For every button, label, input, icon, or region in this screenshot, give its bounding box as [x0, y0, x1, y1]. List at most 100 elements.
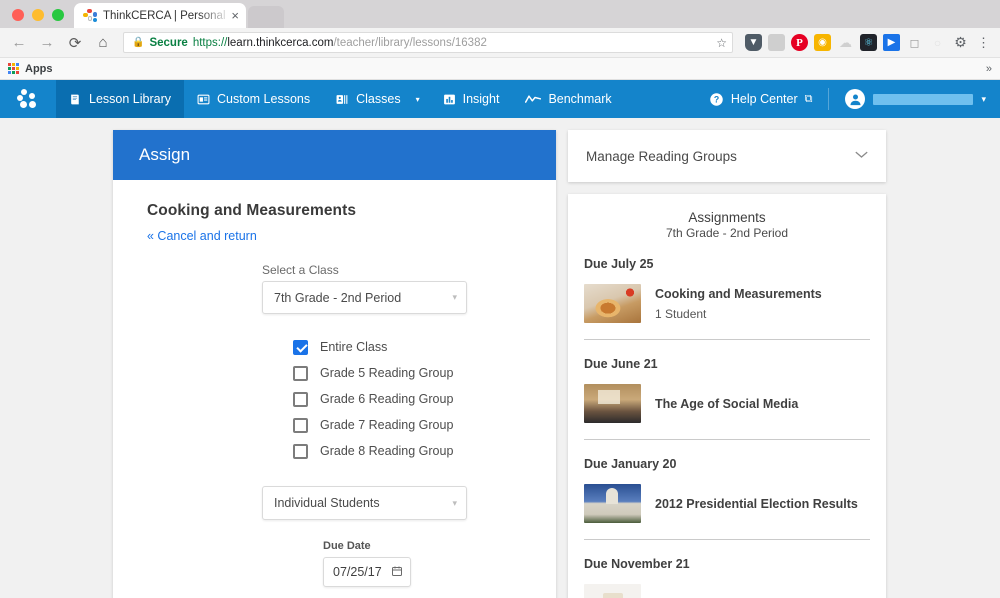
- nav-item-lesson-library[interactable]: Lesson Library: [56, 80, 184, 118]
- account-menu[interactable]: ▾: [829, 80, 1000, 118]
- apps-grid-icon: [8, 63, 19, 74]
- manage-reading-groups-accordion[interactable]: Manage Reading Groups: [568, 130, 886, 182]
- divider: [584, 339, 870, 340]
- checkbox-row-grade-6[interactable]: Grade 6 Reading Group: [293, 386, 522, 412]
- checkbox-label-grade-6: Grade 6 Reading Group: [320, 392, 454, 406]
- pocket-extension-icon[interactable]: ▼: [745, 34, 762, 51]
- note-extension-icon[interactable]: [768, 34, 785, 51]
- close-window-button[interactable]: [12, 9, 24, 21]
- reload-icon[interactable]: ⟳: [62, 30, 88, 56]
- checkbox-label-grade-5: Grade 5 Reading Group: [320, 366, 454, 380]
- nav-label-classes: Classes: [356, 92, 401, 106]
- tab-title: ThinkCERCA | Personalized Li: [103, 9, 226, 22]
- nav-label-insight: Insight: [462, 92, 500, 106]
- address-bar[interactable]: 🔒 Secure https://learn.thinkcerca.com/te…: [123, 32, 733, 53]
- screenshot-extension-icon[interactable]: ◻: [906, 34, 923, 51]
- nav-label-benchmark: Benchmark: [548, 92, 612, 106]
- settings-gear-icon[interactable]: ⚙: [952, 34, 969, 51]
- class-select[interactable]: 7th Grade - 2nd Period ▾: [262, 281, 467, 314]
- checkbox-row-grade-7[interactable]: Grade 7 Reading Group: [293, 412, 522, 438]
- assignments-title: Assignments: [688, 210, 766, 225]
- checkbox-entire-class[interactable]: [293, 339, 308, 355]
- assignment-list-item[interactable]: The Age of Social Media: [584, 371, 870, 439]
- browser-tab[interactable]: ThinkCERCA | Personalized Li ×: [74, 3, 246, 28]
- chrome-menu-icon[interactable]: ⋮: [975, 34, 992, 51]
- due-group-june-21: Due June 21 The Age of Social Media: [584, 340, 870, 439]
- cancel-and-return-link[interactable]: « Cancel and return: [147, 229, 257, 243]
- nav-item-classes[interactable]: Classes: [323, 80, 413, 118]
- individual-students-field: Individual Students ▾: [147, 486, 522, 520]
- class-select-value: 7th Grade - 2nd Period: [274, 290, 402, 305]
- back-icon[interactable]: ←: [6, 30, 32, 56]
- tab-strip: ThinkCERCA | Personalized Li ×: [0, 0, 1000, 28]
- pizza-thumbnail: [584, 284, 641, 323]
- nav-item-custom-lessons[interactable]: Custom Lessons: [184, 80, 323, 118]
- classes-dropdown-caret-icon[interactable]: ▾: [414, 80, 430, 118]
- due-date-heading: Due July 25: [584, 257, 654, 271]
- due-date-heading: Due November 21: [584, 557, 690, 571]
- classes-icon: [336, 93, 349, 106]
- checkbox-grade-6[interactable]: [293, 391, 308, 407]
- individual-students-select[interactable]: Individual Students ▾: [262, 486, 467, 520]
- thinkcerca-logo[interactable]: [0, 80, 56, 118]
- maximize-window-button[interactable]: [52, 9, 64, 21]
- pinterest-extension-icon[interactable]: P: [791, 34, 808, 51]
- close-tab-icon[interactable]: ×: [231, 9, 239, 22]
- custom-lesson-icon: [197, 93, 210, 106]
- chevron-down-icon[interactable]: [855, 150, 868, 162]
- new-tab-button[interactable]: [248, 6, 284, 28]
- checkbox-row-grade-5[interactable]: Grade 5 Reading Group: [293, 360, 522, 386]
- due-group-november-21: Due November 21 Big Drinks: In or Out?: [584, 540, 870, 598]
- nav-item-insight[interactable]: Insight: [430, 80, 513, 118]
- assignment-list-item[interactable]: Cooking and Measurements 1 Student: [584, 271, 870, 339]
- lock-icon: 🔒: [132, 37, 145, 48]
- due-date-heading: Due June 21: [584, 357, 658, 371]
- yellow-extension-icon[interactable]: ◉: [814, 34, 831, 51]
- assignment-name: The Age of Social Media: [655, 396, 799, 411]
- window-controls[interactable]: [0, 9, 74, 28]
- book-icon: [69, 93, 82, 106]
- url-scheme: https://: [192, 36, 228, 49]
- sidebar-column: Manage Reading Groups Assignments 7th Gr…: [568, 130, 886, 598]
- checkbox-label-grade-7: Grade 7 Reading Group: [320, 418, 454, 432]
- video-extension-icon[interactable]: ▶: [883, 34, 900, 51]
- chevron-down-icon: ▾: [452, 497, 457, 508]
- due-date-input[interactable]: 07/25/17: [323, 557, 411, 587]
- browser-window: ThinkCERCA | Personalized Li × ← → ⟳ ⌂ 🔒…: [0, 0, 1000, 598]
- navbar-spacer: [625, 80, 693, 118]
- forward-icon[interactable]: →: [34, 30, 60, 56]
- checkbox-row-entire-class[interactable]: Entire Class: [293, 334, 522, 360]
- assignment-list-item[interactable]: 2012 Presidential Election Results: [584, 471, 870, 539]
- account-name-redacted: [873, 93, 974, 105]
- account-caret-icon[interactable]: ▾: [981, 94, 986, 105]
- checkbox-grade-7[interactable]: [293, 417, 308, 433]
- calendar-icon[interactable]: [391, 565, 403, 580]
- bookmarks-overflow-icon[interactable]: »: [986, 63, 992, 75]
- bookmark-star-icon[interactable]: ☆: [710, 36, 727, 50]
- assignment-name: 2012 Presidential Election Results: [655, 496, 858, 511]
- url-host: learn.thinkcerca.com: [227, 36, 334, 49]
- checkbox-grade-5[interactable]: [293, 365, 308, 381]
- individual-students-value: Individual Students: [274, 496, 380, 510]
- help-center-label: Help Center: [730, 92, 798, 106]
- due-group-january-20: Due January 20 2012 Presidential Electio…: [584, 440, 870, 539]
- minimize-window-button[interactable]: [32, 9, 44, 21]
- checkbox-row-grade-8[interactable]: Grade 8 Reading Group: [293, 438, 522, 464]
- user-avatar-icon: [845, 89, 866, 109]
- select-class-field: Select a Class 7th Grade - 2nd Period ▾: [147, 263, 522, 314]
- url-text: https://learn.thinkcerca.com/teacher/lib…: [193, 37, 705, 49]
- capitol-thumbnail: [584, 484, 641, 523]
- assignment-list-item[interactable]: Big Drinks: In or Out?: [584, 571, 870, 598]
- disabled-extension-icon[interactable]: ○: [929, 34, 946, 51]
- svg-text:?: ?: [714, 94, 719, 104]
- classroom-thumbnail: [584, 384, 641, 423]
- nav-item-benchmark[interactable]: Benchmark: [512, 80, 624, 118]
- home-icon[interactable]: ⌂: [90, 30, 116, 56]
- assignments-subtitle: 7th Grade - 2nd Period: [665, 226, 789, 240]
- help-center-button[interactable]: ? Help Center ⧉: [693, 80, 829, 118]
- apps-bookmark-label[interactable]: Apps: [25, 63, 53, 75]
- react-devtools-icon[interactable]: ⚛: [860, 34, 877, 51]
- cloud-extension-icon[interactable]: ☁: [837, 34, 854, 51]
- assign-card-header: Assign: [113, 130, 556, 180]
- checkbox-grade-8[interactable]: [293, 443, 308, 459]
